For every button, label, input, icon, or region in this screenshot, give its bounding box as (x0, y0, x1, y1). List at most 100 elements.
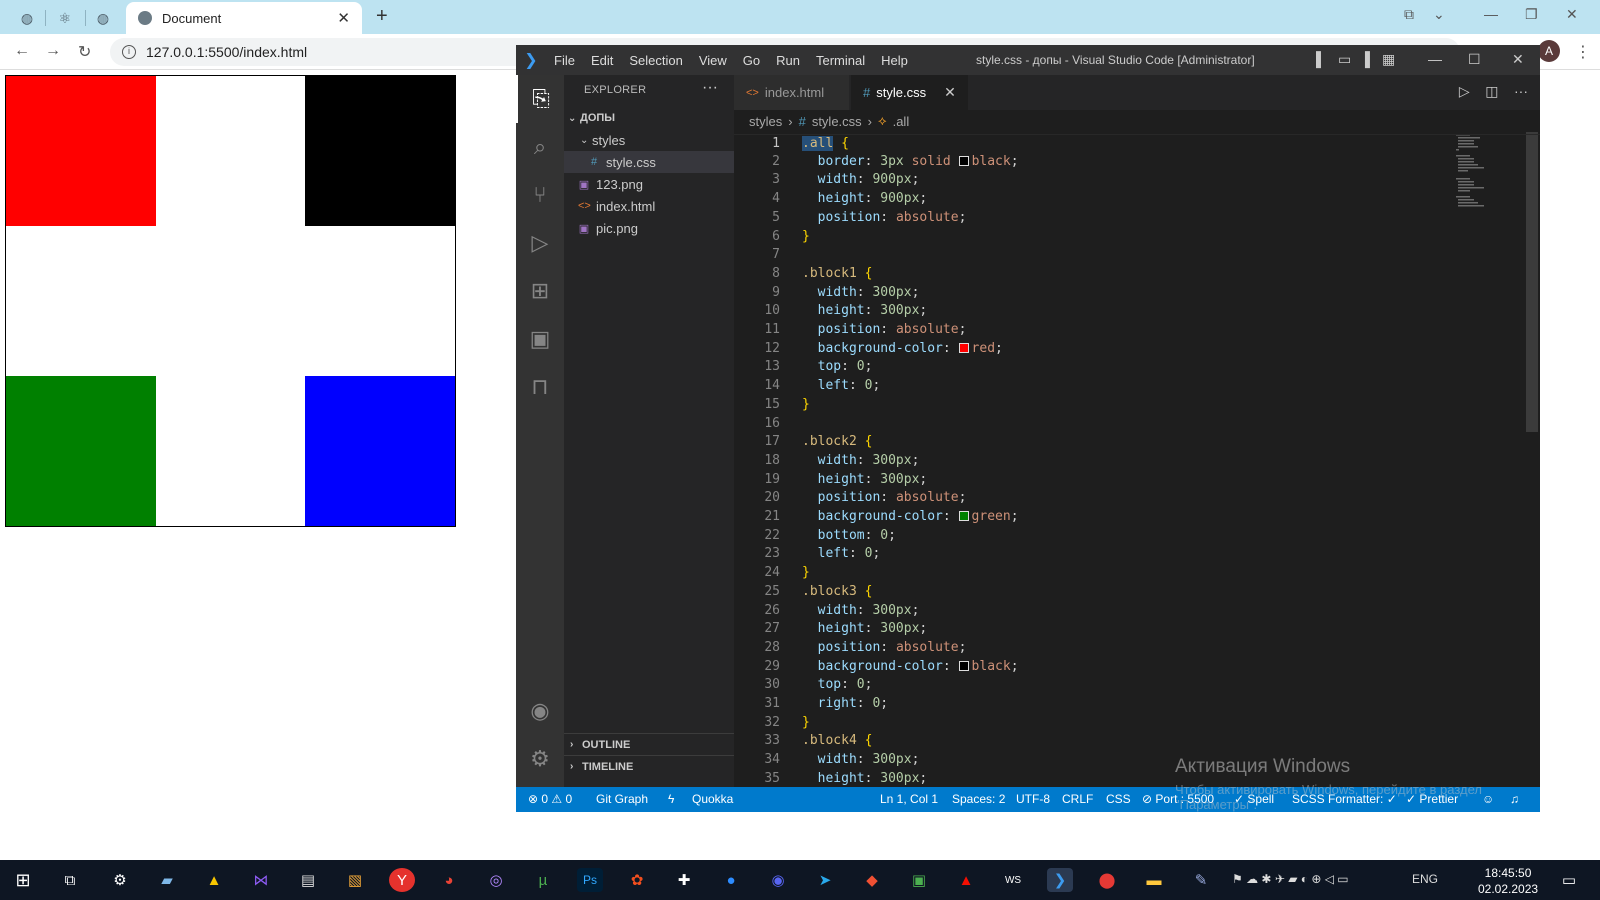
settings-gear-icon[interactable]: ⚙ (516, 735, 564, 783)
tree-root-folder[interactable]: ⌄ ДОПЫ (564, 107, 734, 129)
code-line[interactable]: 21 background-color: green; (734, 508, 1540, 527)
reload-icon[interactable]: ↻ (78, 42, 91, 62)
close-window-button[interactable]: ✕ (1566, 6, 1578, 23)
tree-folder-styles[interactable]: ⌄ styles (564, 129, 734, 151)
toggle-secondary-sidebar-icon[interactable]: ▐ (1360, 51, 1370, 67)
browser-menu-icon[interactable]: ⋮ (1575, 42, 1591, 62)
menu-selection[interactable]: Selection (621, 53, 690, 68)
code-line[interactable]: 20 position: absolute; (734, 489, 1540, 508)
app-icon-podcast[interactable]: ◎ (483, 868, 509, 892)
toggle-sidebar-icon[interactable]: ▌ (1316, 51, 1326, 67)
code-line[interactable]: 4 height: 900px; (734, 190, 1540, 209)
discord-icon[interactable]: ◉ (765, 868, 791, 892)
code-line[interactable]: 29 background-color: black; (734, 658, 1540, 677)
feedback-icon[interactable]: ☺ (1482, 792, 1494, 806)
account-icon[interactable]: ◉ (516, 687, 564, 735)
pinned-tab-globe-icon[interactable]: ◍ (16, 7, 38, 29)
code-line[interactable]: 9 width: 300px; (734, 284, 1540, 303)
site-info-icon[interactable]: i (122, 45, 136, 59)
menu-file[interactable]: File (546, 53, 583, 68)
code-line[interactable]: 5 position: absolute; (734, 209, 1540, 228)
zoom-icon[interactable]: ● (718, 868, 744, 892)
color-swatch[interactable] (958, 342, 969, 353)
explorer-icon[interactable]: ⎘ (516, 75, 564, 123)
tree-file-index-html[interactable]: <> index.html (564, 195, 734, 217)
tab-search-icon[interactable]: ⧉ (1404, 6, 1414, 23)
tab-style-css[interactable]: # style.css ✕ (851, 75, 969, 110)
app-icon-document[interactable]: ▤ (295, 868, 321, 892)
menu-edit[interactable]: Edit (583, 53, 621, 68)
menu-view[interactable]: View (691, 53, 735, 68)
search-icon[interactable]: ⌕ (516, 123, 564, 171)
figma-icon[interactable]: ✿ (624, 868, 650, 892)
cursor-position[interactable]: Ln 1, Col 1 (880, 792, 938, 806)
code-line[interactable]: 7 (734, 246, 1540, 265)
visual-studio-icon[interactable]: ⋈ (248, 868, 274, 892)
tab-index-html[interactable]: <> index.html (734, 75, 850, 110)
notification-center-icon[interactable]: ▭ (1556, 868, 1582, 892)
app-icon-paint[interactable]: ▧ (342, 868, 368, 892)
code-line[interactable]: 18 width: 300px; (734, 452, 1540, 471)
code-line[interactable]: 30 top: 0; (734, 676, 1540, 695)
code-line[interactable]: 15} (734, 396, 1540, 415)
git-client-icon[interactable]: ◆ (859, 868, 885, 892)
code-line[interactable]: 12 background-color: red; (734, 340, 1540, 359)
indentation[interactable]: Spaces: 2 (952, 792, 1005, 806)
quokka-button[interactable]: Quokka (692, 792, 733, 806)
code-line[interactable]: 14 left: 0; (734, 377, 1540, 396)
settings-gear-icon[interactable]: ⚙ (107, 868, 133, 892)
extensions-icon[interactable]: ⊞ (516, 267, 564, 315)
photoshop-icon[interactable]: Ps (577, 868, 603, 892)
breadcrumb-folder[interactable]: styles (749, 114, 782, 129)
code-line[interactable]: 25 .block3 { (734, 583, 1540, 602)
code-line[interactable]: 6} (734, 228, 1540, 247)
slack-icon[interactable]: ✚ (671, 868, 697, 892)
outline-section[interactable]: › OUTLINE (564, 733, 734, 755)
tree-file-style-css[interactable]: # style.css (564, 151, 734, 173)
forward-arrow-icon[interactable]: → (45, 42, 61, 60)
problems-indicator[interactable]: ⊗ 0 ⚠ 0 (528, 792, 572, 806)
app-icon-brush[interactable]: ✎ (1188, 868, 1214, 892)
code-line[interactable]: 11 position: absolute; (734, 321, 1540, 340)
profile-avatar[interactable]: A (1538, 40, 1560, 62)
line-endings[interactable]: CRLF (1062, 792, 1093, 806)
code-line[interactable]: 34 width: 300px; (734, 751, 1540, 770)
restore-button[interactable]: ❐ (1525, 6, 1538, 23)
task-view-icon[interactable]: ⧉ (57, 868, 83, 892)
input-language[interactable]: ENG (1412, 872, 1438, 886)
minimize-button[interactable]: — (1484, 6, 1498, 22)
app-icon-triangle[interactable]: ▲ (201, 868, 227, 892)
code-line[interactable]: 28 position: absolute; (734, 639, 1540, 658)
source-control-icon[interactable]: ⑂ (516, 171, 564, 219)
recorder-icon[interactable]: ⬤ (1094, 868, 1120, 892)
color-swatch[interactable] (958, 511, 969, 521)
tab-close-icon[interactable]: ✕ (337, 9, 350, 27)
code-line[interactable]: 24} (734, 564, 1540, 583)
start-windows-icon[interactable]: ⊞ (10, 868, 36, 892)
breadcrumb-symbol[interactable]: .all (893, 114, 910, 129)
code-line[interactable]: 10 height: 300px; (734, 302, 1540, 321)
back-arrow-icon[interactable]: ← (14, 42, 30, 60)
run-icon[interactable]: ▷ (1459, 83, 1470, 99)
code-line[interactable]: 8 .block1 { (734, 265, 1540, 284)
code-line[interactable]: 19 height: 300px; (734, 471, 1540, 490)
chrome-icon[interactable]: ◕ (436, 868, 462, 892)
more-actions-icon[interactable]: ··· (702, 79, 718, 97)
code-line[interactable]: 22 bottom: 0; (734, 527, 1540, 546)
bookmark-icon[interactable]: ⊓ (516, 363, 564, 411)
code-line[interactable]: 23 left: 0; (734, 545, 1540, 564)
customize-layout-icon[interactable]: ▦ (1382, 51, 1395, 68)
code-line[interactable]: 16 (734, 415, 1540, 434)
terminal-app-icon[interactable]: ▣ (906, 868, 932, 892)
encoding[interactable]: UTF-8 (1016, 792, 1050, 806)
code-line[interactable]: 17 .block2 { (734, 433, 1540, 452)
chevron-down-icon[interactable]: ⌄ (1433, 6, 1445, 23)
remote-explorer-icon[interactable]: ▣ (516, 315, 564, 363)
close-tab-icon[interactable]: ✕ (944, 84, 956, 101)
notifications-bell-icon[interactable]: ♫ (1510, 792, 1519, 806)
vscode-taskbar-icon[interactable]: ❯ (1047, 868, 1073, 892)
menu-help[interactable]: Help (873, 53, 916, 68)
maximize-button[interactable]: ☐ (1468, 51, 1481, 68)
more-actions-icon[interactable]: ··· (1514, 83, 1528, 99)
code-line[interactable]: 1 .all { (734, 134, 1540, 153)
